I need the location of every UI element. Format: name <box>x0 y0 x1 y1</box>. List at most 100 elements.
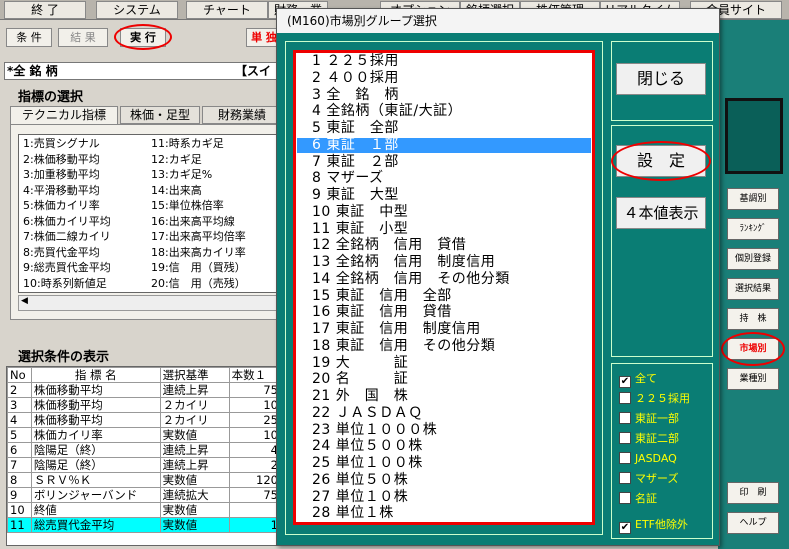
indicator-item[interactable]: 18:出来高カイリ率 <box>151 246 246 260</box>
market-group-item[interactable]: 18 東証 信用 その他分類 <box>297 338 591 355</box>
indicator-item[interactable]: 1:売買シグナル <box>23 137 100 151</box>
market-group-item[interactable]: 24 単位５００株 <box>297 439 591 455</box>
market-group-item[interactable]: 3 全 銘 柄 <box>297 87 591 104</box>
market-group-item[interactable]: 12 全銘柄 信用 貸借 <box>297 238 591 254</box>
market-group-item[interactable]: 17 東証 信用 制度信用 <box>297 321 591 338</box>
run-button[interactable]: 実 行 <box>120 28 166 47</box>
filter-checkbox[interactable]: ✔ 全て <box>619 371 657 388</box>
sidebar-help-button[interactable]: ヘルプ <box>727 512 779 534</box>
sidebar-market-button[interactable]: 市場別 <box>727 338 779 360</box>
market-group-item[interactable]: 27 単位１０株 <box>297 489 591 506</box>
market-group-item[interactable]: 4 全銘柄（東証/大証） <box>297 104 591 120</box>
four-price-button[interactable]: ４本値表示 <box>616 197 706 229</box>
market-group-item[interactable]: 13 全銘柄 信用 制度信用 <box>297 254 591 271</box>
indicator-hscrollbar[interactable]: ◀ <box>18 295 282 311</box>
indicator-item[interactable]: 7:株価二線カイリ <box>23 230 111 244</box>
table-row[interactable]: 8 ＳＲＶ％Ｋ 実数値 120 <box>7 472 281 488</box>
table-row[interactable]: 6 陰陽足（終） 連続上昇 4 <box>7 442 281 458</box>
filter-checkbox[interactable]: JASDAQ <box>619 451 677 467</box>
market-group-item[interactable]: 16 東証 信用 貸借 <box>297 305 591 321</box>
table-row[interactable]: 9 ボリンジャーバンド 連続拡大 75 <box>7 487 281 503</box>
checkbox-icon[interactable]: ✔ <box>619 522 631 534</box>
indicator-item[interactable]: 13:カギ足% <box>151 168 212 182</box>
indicator-item[interactable]: 9:総売買代金平均 <box>23 261 111 275</box>
tab-technical[interactable]: テクニカル指標 <box>10 106 118 125</box>
checkbox-icon[interactable] <box>619 472 631 484</box>
indicator-item[interactable]: 2:株価移動平均 <box>23 153 100 167</box>
market-group-item[interactable]: 5 東証 全部 <box>297 120 591 137</box>
tab-price-candle[interactable]: 株価・足型 <box>120 106 200 124</box>
market-group-item[interactable]: 21 外 国 株 <box>297 388 591 405</box>
filter-checkbox[interactable]: 東証二部 <box>619 431 679 447</box>
indicator-item[interactable]: 6:株価カイリ平均 <box>23 215 111 229</box>
indicator-item[interactable]: 19:信 用（買残） <box>151 261 246 275</box>
menu-system[interactable]: システム <box>96 1 178 19</box>
indicator-item[interactable]: 8:売買代金平均 <box>23 246 100 260</box>
set-button[interactable]: 設 定 <box>616 145 706 177</box>
market-group-item[interactable]: 19 大 証 <box>297 355 591 372</box>
checkbox-icon[interactable] <box>619 392 631 404</box>
market-group-item[interactable]: 25 単位１００株 <box>297 455 591 472</box>
table-row[interactable]: 2 株価移動平均 連続上昇 75 <box>7 382 281 398</box>
market-group-item[interactable]: 15 東証 信用 全部 <box>297 288 591 305</box>
filter-checkbox[interactable]: 東証一部 <box>619 411 679 427</box>
menu-exit[interactable]: 終 了 <box>4 1 86 19</box>
checkbox-icon[interactable] <box>619 412 631 424</box>
tab-financial[interactable]: 財務業績 <box>202 106 282 124</box>
table-row[interactable]: 5 株価カイリ率 実数値 10 <box>7 427 281 443</box>
sidebar-print-button[interactable]: 印 刷 <box>727 482 779 504</box>
indicator-item[interactable]: 17:出来高平均倍率 <box>151 230 246 244</box>
table-row[interactable]: 11 総売買代金平均 実数値 1 <box>7 517 281 533</box>
filter-checkbox[interactable]: ✔ ETF他除外 <box>619 517 688 534</box>
market-group-item[interactable]: 20 名 証 <box>297 372 591 388</box>
market-group-item[interactable]: 11 東証 小型 <box>297 221 591 238</box>
checkbox-icon[interactable] <box>619 432 631 444</box>
table-row[interactable]: 7 陰陽足（終） 連続上昇 2 <box>7 457 281 473</box>
market-group-item[interactable]: 8 マザーズ <box>297 171 591 187</box>
checkbox-icon[interactable] <box>619 492 631 504</box>
market-group-item[interactable]: 26 単位５０株 <box>297 472 591 489</box>
indicator-item[interactable]: 12:カギ足 <box>151 153 202 167</box>
market-group-item[interactable]: 9 東証 大型 <box>297 187 591 204</box>
market-group-item[interactable]: 1 ２２５採用 <box>297 53 591 70</box>
sidebar-holdings-button[interactable]: 持 株 <box>727 308 779 330</box>
checkbox-icon[interactable]: ✔ <box>619 376 631 388</box>
scroll-left-icon[interactable]: ◀ <box>21 296 28 306</box>
filter-checkbox[interactable]: マザーズ <box>619 471 678 487</box>
filter-checkbox[interactable]: ２２５採用 <box>619 391 690 407</box>
market-group-item[interactable]: 23 単位１０００株 <box>297 422 591 439</box>
sidebar-industry-button[interactable]: 業種別 <box>727 368 779 390</box>
market-group-item[interactable]: 10 東証 中型 <box>297 204 591 221</box>
indicator-item[interactable]: 3:加重移動平均 <box>23 168 100 182</box>
indicator-item[interactable]: 4:平滑移動平均 <box>23 184 100 198</box>
table-row[interactable]: 10 終値 実数値 <box>7 502 281 518</box>
indicator-item[interactable]: 14:出来高 <box>151 184 202 198</box>
indicator-item[interactable]: 10:時系列新値足 <box>23 277 107 291</box>
checkbox-icon[interactable] <box>619 452 631 464</box>
results-button[interactable]: 結 果 <box>58 28 108 47</box>
close-button[interactable]: 閉じる <box>616 63 706 95</box>
filter-checkbox[interactable]: 名証 <box>619 491 657 507</box>
table-row[interactable]: 4 株価移動平均 ２カイリ 25 <box>7 412 281 428</box>
conditions-button[interactable]: 条 件 <box>6 28 52 47</box>
market-group-list[interactable]: 1 ２２５採用 2 ４００採用 3 全 銘 柄4 全銘柄（東証/大証） 5 東証 全部… <box>293 50 595 525</box>
sidebar-individual-register-button[interactable]: 個別登録 <box>727 248 779 270</box>
market-group-item[interactable]: 22 ＪＡＳＤＡＱ <box>297 405 591 422</box>
market-group-item[interactable]: 7 東証 ２部 <box>297 154 591 171</box>
indicator-item[interactable]: 11:時系カギ足 <box>151 137 224 151</box>
sidebar-selection-result-button[interactable]: 選択結果 <box>727 278 779 300</box>
sidebar-ranking-button[interactable]: ﾗﾝｷﾝｸﾞ <box>727 218 779 240</box>
market-group-item[interactable]: 6 東証 １部 <box>297 137 591 154</box>
indicator-item[interactable]: 5:株価カイリ率 <box>23 199 100 213</box>
table-row[interactable]: 3 株価移動平均 ２カイリ 10 <box>7 397 281 413</box>
indicator-list[interactable]: 1:売買シグナル 2:株価移動平均 3:加重移動平均 4:平滑移動平均 5:株価カイリ率… <box>18 134 282 293</box>
market-group-item[interactable]: 2 ４００採用 <box>297 70 591 87</box>
market-group-item[interactable]: 28 単位１株 <box>297 506 591 522</box>
table-cell: 実数値 <box>159 472 230 488</box>
market-group-item[interactable]: 14 全銘柄 信用 その他分類 <box>297 271 591 288</box>
menu-chart[interactable]: チャート <box>186 1 268 19</box>
indicator-item[interactable]: 16:出来高平均線 <box>151 215 235 229</box>
indicator-item[interactable]: 20:信 用（売残） <box>151 277 246 291</box>
indicator-item[interactable]: 15:単位株倍率 <box>151 199 224 213</box>
sidebar-basic-trend-button[interactable]: 基調別 <box>727 188 779 210</box>
